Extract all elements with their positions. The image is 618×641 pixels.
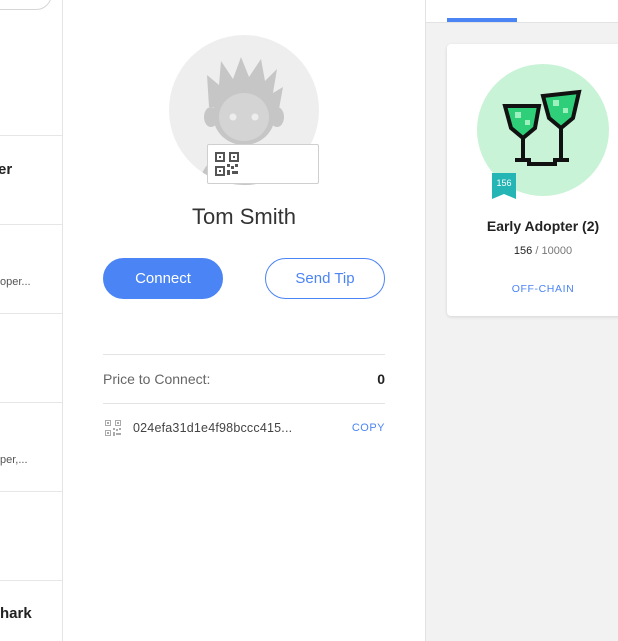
badge-total: 10000 bbox=[541, 245, 573, 257]
profile-panel: Tom Smith Connect Send Tip Price to Conn… bbox=[63, 0, 425, 641]
tab-bar bbox=[426, 0, 618, 23]
search-input[interactable] bbox=[0, 0, 52, 10]
badge-separator: / bbox=[535, 245, 539, 257]
list-item-subtitle: oper... bbox=[0, 276, 31, 288]
list-item-name: hark bbox=[0, 605, 32, 622]
list-item[interactable]: er bbox=[0, 135, 62, 224]
connect-button[interactable]: Connect bbox=[103, 258, 223, 299]
badge-number: 156 bbox=[513, 245, 533, 257]
list-item[interactable]: per,... bbox=[0, 402, 62, 491]
copy-address-button[interactable]: COPY bbox=[352, 422, 385, 434]
contacts-list: er oper... per,... hark bbox=[0, 0, 63, 641]
list-item[interactable] bbox=[0, 491, 62, 580]
list-item[interactable]: oper... bbox=[0, 224, 62, 313]
send-tip-button[interactable]: Send Tip bbox=[265, 258, 385, 299]
price-label: Price to Connect: bbox=[103, 371, 211, 387]
divider bbox=[103, 403, 385, 404]
badge-title: Early Adopter (2) bbox=[486, 218, 600, 234]
list-item-name: er bbox=[0, 161, 13, 178]
list-item[interactable] bbox=[0, 313, 62, 402]
divider bbox=[103, 354, 385, 355]
badge-status: OFF-CHAIN bbox=[511, 283, 575, 295]
ribbon-number: 156 bbox=[496, 178, 512, 188]
badge-count: 156 / 10000 bbox=[447, 245, 618, 257]
qr-code-icon bbox=[215, 152, 239, 176]
list-item-subtitle: per,... bbox=[0, 454, 28, 466]
badge-card[interactable]: 156 Early Adopter (2) 156 / 10000 OFF-CH… bbox=[447, 44, 618, 316]
wallet-address: 024efa31d1e4f98bccc415... bbox=[133, 421, 293, 435]
list-item[interactable]: hark bbox=[0, 580, 62, 641]
profile-name: Tom Smith bbox=[192, 204, 296, 229]
tab-active-indicator[interactable] bbox=[447, 18, 517, 22]
qr-code-box[interactable] bbox=[207, 144, 319, 184]
badges-panel: 156 Early Adopter (2) 156 / 10000 OFF-CH… bbox=[425, 0, 618, 641]
qr-code-icon bbox=[105, 420, 121, 436]
edition-ribbon: 156 bbox=[492, 173, 516, 199]
price-value: 0 bbox=[377, 371, 385, 387]
